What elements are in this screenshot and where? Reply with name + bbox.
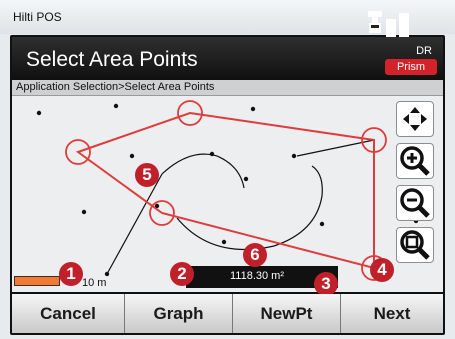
page-title: Select Area Points	[26, 48, 198, 71]
instrument-status-icon	[368, 11, 409, 37]
breadcrumb: Application Selection>Select Area Points	[12, 80, 443, 96]
survey-point	[319, 221, 325, 227]
survey-point	[221, 239, 227, 245]
callout-marker: 2	[170, 262, 194, 286]
breadcrumb-text: Application Selection>Select Area Points	[16, 81, 215, 93]
cancel-button[interactable]: Cancel	[12, 294, 125, 333]
callout-marker: 3	[314, 272, 338, 296]
zoom-out-button[interactable]	[396, 185, 434, 221]
scale-bar	[14, 276, 60, 286]
survey-point	[291, 153, 297, 159]
survey-point	[129, 153, 135, 159]
survey-point	[81, 209, 87, 215]
survey-point	[250, 106, 256, 112]
prism-mode-badge[interactable]: Prism	[385, 59, 437, 75]
survey-point	[36, 110, 42, 116]
scale-label: 10 m	[82, 277, 107, 289]
next-button[interactable]: Next	[341, 294, 443, 333]
callout-marker: 4	[370, 258, 394, 282]
callout-marker: 1	[59, 262, 83, 286]
distance-mode-label: DR	[416, 45, 432, 57]
softkey-bar: Cancel Graph NewPt Next	[12, 294, 443, 333]
callout-marker: 6	[243, 243, 267, 267]
survey-point	[243, 176, 249, 182]
pan-zoom-fit-button[interactable]	[396, 101, 434, 137]
zoom-out-icon	[400, 188, 430, 218]
screen-header: Select Area Points	[12, 37, 443, 80]
area-value: 1118.30 m²	[230, 270, 285, 282]
zoom-extent-icon	[400, 230, 430, 260]
application-window: Hilti POS Select Area Points DR Prism Ap…	[0, 0, 455, 339]
zoom-extent-button[interactable]	[396, 227, 434, 263]
zoom-in-button[interactable]	[396, 143, 434, 179]
new-point-button[interactable]: NewPt	[233, 294, 341, 333]
survey-point	[113, 103, 119, 109]
graph-button[interactable]: Graph	[125, 294, 233, 333]
pan-arrows-icon	[403, 107, 427, 131]
callout-marker: 5	[135, 163, 159, 187]
window-title: Hilti POS	[13, 10, 62, 24]
zoom-in-icon	[400, 146, 430, 176]
